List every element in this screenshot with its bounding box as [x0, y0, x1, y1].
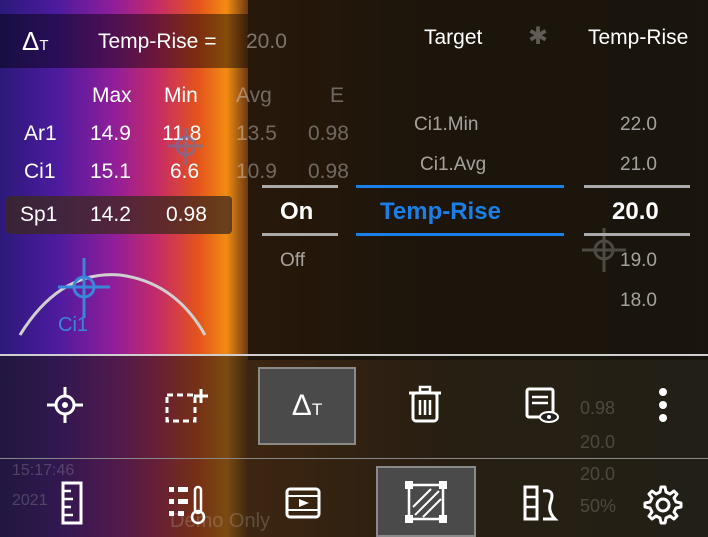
value-picker-line-top [584, 185, 690, 188]
toolbar-top-divider [0, 354, 708, 356]
hatched-area-icon [405, 480, 447, 523]
report-view-button[interactable] [516, 380, 566, 430]
delta-t-icon: ΔT [291, 389, 323, 422]
target-picker-selected[interactable]: Temp-Rise [380, 198, 501, 226]
add-area-button[interactable] [158, 380, 214, 430]
delta-t-button[interactable]: ΔT [258, 367, 356, 445]
value-option-21[interactable]: 21.0 [620, 154, 657, 176]
camera-screen: 15:17:46 2021 Demo Only 0.98 20.0 20.0 5… [0, 0, 708, 537]
sp1-crosshair-ghost [168, 128, 204, 165]
crosshair-icon [47, 387, 83, 423]
area-fill-button[interactable] [376, 466, 476, 537]
more-options-button[interactable] [648, 380, 678, 430]
state-picker-selected[interactable]: On [280, 198, 313, 226]
palette-edit-icon [523, 485, 559, 521]
value-picker-selected[interactable]: 20.0 [612, 198, 659, 226]
value-picker-line-bottom [584, 233, 690, 236]
video-button[interactable] [278, 478, 328, 528]
film-icon [285, 487, 321, 519]
target-picker-line-bottom [356, 233, 564, 236]
delete-button[interactable] [400, 380, 450, 430]
target-option-ci1-avg[interactable]: Ci1.Avg [420, 154, 486, 176]
state-picker-line-bottom [262, 233, 338, 236]
report-eye-icon [525, 387, 559, 423]
value-option-22[interactable]: 22.0 [620, 114, 657, 136]
ruler-button[interactable] [52, 478, 92, 528]
gear-icon [643, 485, 683, 525]
ci1-circle-marker [18, 258, 207, 336]
more-vertical-icon [659, 388, 667, 422]
state-picker-line-top [262, 185, 338, 188]
value-option-19[interactable]: 19.0 [620, 250, 657, 272]
value-option-18[interactable]: 18.0 [620, 290, 657, 312]
settings-button[interactable] [634, 478, 688, 532]
ci1-marker-label: Ci1 [58, 314, 89, 336]
target-picker-line-top [356, 185, 564, 188]
add-area-icon [165, 389, 208, 423]
state-picker-off[interactable]: Off [280, 250, 305, 272]
thermometer-list-icon [169, 485, 206, 525]
palette-button[interactable] [516, 478, 566, 528]
measurement-overlay [18, 128, 626, 336]
toolbar-row-divider [0, 458, 708, 459]
ruler-icon [61, 481, 83, 525]
target-option-ci1-min[interactable]: Ci1.Min [414, 114, 478, 136]
trash-icon [409, 385, 441, 423]
temperature-settings-button[interactable] [160, 478, 216, 528]
add-spot-button[interactable] [40, 380, 90, 430]
